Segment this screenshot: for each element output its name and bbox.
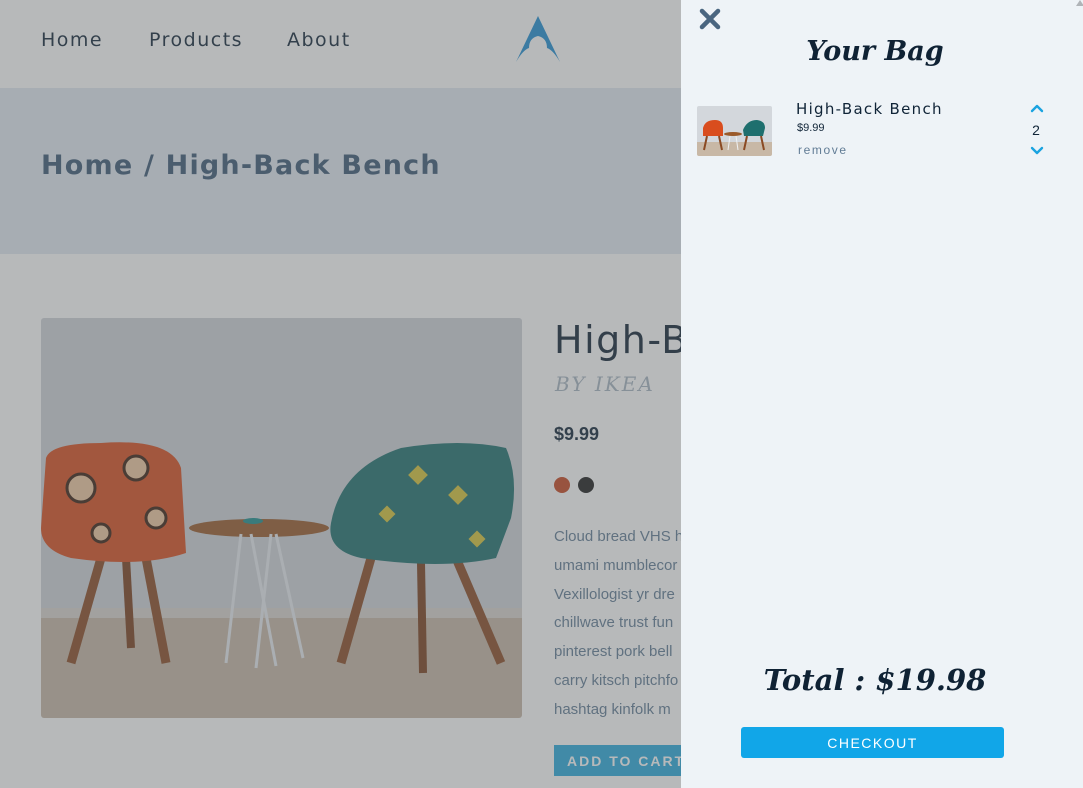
cart-item-thumbnail xyxy=(697,106,772,156)
cart-backdrop-overlay[interactable] xyxy=(0,0,681,788)
cart-item-name: High-Back Bench xyxy=(796,100,943,118)
chevron-up-icon[interactable] xyxy=(1030,102,1044,114)
cart-item-remove-link[interactable]: remove xyxy=(798,143,848,157)
cart-drawer: Your Bag High-Back Bench $9.99 remove 2 xyxy=(681,0,1083,788)
checkout-button[interactable]: CHECKOUT xyxy=(741,727,1004,758)
cart-total: Total : $19.98 xyxy=(763,663,987,697)
chevron-down-icon[interactable] xyxy=(1030,145,1044,157)
cart-item-quantity: 2 xyxy=(1032,122,1040,138)
cart-item-price: $9.99 xyxy=(797,122,825,134)
scrollbar-up-arrow-icon[interactable] xyxy=(1076,0,1083,6)
close-icon[interactable] xyxy=(698,7,722,31)
cart-title: Your Bag xyxy=(806,36,944,67)
